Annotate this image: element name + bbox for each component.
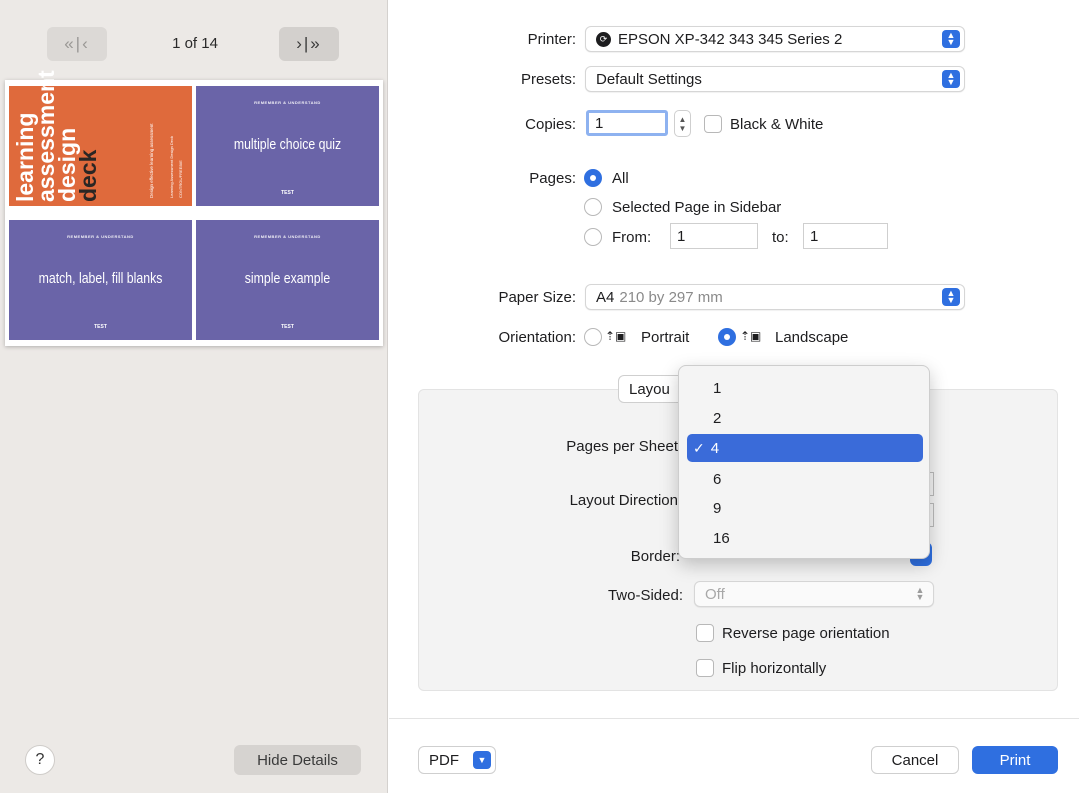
preview-card: REMEMBER & UNDERSTAND match, label, fill…: [9, 220, 192, 340]
portrait-radio[interactable]: [584, 328, 602, 346]
page-preview: learning assessment design deck Design e…: [5, 70, 383, 346]
pages-to-input[interactable]: 1: [803, 223, 888, 249]
pages-per-sheet-menu: 1 2 ✓ 4 6 9 16: [678, 365, 930, 559]
layout-direction-label: Layout Direction: [569, 492, 678, 509]
reverse-orientation-label: Reverse page orientation: [722, 625, 890, 642]
hide-details-button[interactable]: Hide Details: [234, 745, 361, 775]
chevron-updown-icon: ▲ ▼: [915, 585, 925, 602]
checkmark-icon: ✓: [693, 439, 705, 456]
printer-label: Printer:: [527, 31, 576, 48]
pages-from-label: From:: [612, 229, 652, 246]
cover-subtitle: Design effective learning assessment: [149, 123, 154, 198]
card-footer: TEST: [281, 190, 294, 196]
pages-all-radio[interactable]: [584, 169, 602, 187]
menu-item[interactable]: 9: [687, 494, 923, 522]
card-category: REMEMBER & UNDERSTAND: [254, 100, 321, 105]
printer-value: EPSON XP-342 343 345 Series 2: [618, 30, 843, 48]
pages-selected-label: Selected Page in Sidebar: [612, 199, 782, 216]
card-footer: TEST: [281, 324, 294, 330]
chevron-down-icon: ▼: [473, 751, 491, 769]
card-title: multiple choice quiz: [233, 136, 342, 153]
card-footer: TEST: [94, 324, 107, 330]
chevron-updown-icon: ▲ ▼: [942, 70, 960, 88]
preview-card: REMEMBER & UNDERSTAND multiple choice qu…: [196, 86, 379, 206]
pages-to-label: to:: [772, 229, 789, 246]
preview-card: REMEMBER & UNDERSTAND simple example TES…: [196, 220, 379, 340]
pdf-menu-button[interactable]: PDF ▼: [418, 746, 496, 774]
preview-sidebar: «|‹ 1 of 14 ›|» learning assessment desi…: [0, 0, 388, 793]
pages-label: Pages:: [529, 170, 576, 187]
pdf-label: PDF: [429, 751, 459, 769]
menu-item-selected[interactable]: ✓ 4: [687, 434, 923, 462]
card-category: REMEMBER & UNDERSTAND: [254, 234, 321, 239]
previous-page-button[interactable]: «|‹: [47, 27, 107, 61]
two-sided-label: Two-Sided:: [607, 587, 683, 604]
cover-title: learning assessment design deck: [12, 70, 101, 202]
paper-size-detail: 210 by 297 mm: [619, 288, 723, 306]
printer-select[interactable]: ⟳ EPSON XP-342 343 345 Series 2 ▲ ▼: [585, 26, 965, 52]
two-sided-select[interactable]: Off ▲ ▼: [694, 581, 934, 607]
preview-cover-card: learning assessment design deck Design e…: [9, 70, 192, 206]
presets-select[interactable]: Default Settings ▲ ▼: [585, 66, 965, 92]
cover-subtitle-2: Learning Assessment Design Deck: [169, 135, 174, 198]
flip-horizontally-checkbox[interactable]: [696, 659, 714, 677]
pages-from-input[interactable]: 1: [670, 223, 758, 249]
card-title: simple example: [244, 270, 331, 287]
paper-size-value: A4: [596, 288, 615, 306]
copies-input[interactable]: 1: [586, 110, 668, 136]
landscape-radio[interactable]: [718, 328, 736, 346]
menu-item[interactable]: 16: [687, 524, 923, 552]
menu-item-label: 4: [710, 439, 720, 457]
presets-value: Default Settings: [596, 70, 702, 88]
card-title: match, label, fill blanks: [38, 270, 163, 287]
copies-label: Copies:: [525, 116, 576, 133]
help-button[interactable]: ?: [25, 745, 55, 775]
cancel-button[interactable]: Cancel: [871, 746, 959, 774]
border-label: Border:: [630, 548, 680, 565]
portrait-icon: ⇡▣: [605, 329, 627, 343]
footer-divider: [389, 718, 1079, 719]
menu-item[interactable]: 1: [687, 374, 923, 402]
paper-size-label: Paper Size:: [498, 289, 576, 306]
card-category: REMEMBER & UNDERSTAND: [67, 234, 134, 239]
pages-all-label: All: [612, 170, 629, 187]
chevron-updown-icon: ▲ ▼: [942, 288, 960, 306]
presets-label: Presets:: [520, 71, 576, 88]
page-count: 1 of 14: [172, 35, 218, 52]
pages-range-radio[interactable]: [584, 228, 602, 246]
menu-item[interactable]: 2: [687, 404, 923, 432]
printer-icon: ⟳: [596, 31, 611, 47]
flip-horizontally-label: Flip horizontally: [722, 660, 827, 677]
menu-item[interactable]: 6: [687, 465, 923, 493]
black-white-checkbox[interactable]: [704, 115, 722, 133]
next-page-button[interactable]: ›|»: [279, 27, 339, 61]
reverse-orientation-checkbox[interactable]: [696, 624, 714, 642]
portrait-label: Portrait: [641, 329, 690, 346]
orientation-label: Orientation:: [498, 329, 576, 346]
cover-subtitle-3: CONTROL/FREEBIE: [178, 160, 183, 198]
pages-per-sheet-label: Pages per Sheet: [566, 438, 678, 455]
copies-stepper[interactable]: ▲ ▼: [674, 110, 691, 137]
landscape-label: Landscape: [775, 329, 849, 346]
two-sided-value: Off: [705, 585, 725, 603]
paper-size-select[interactable]: A4 210 by 297 mm ▲ ▼: [585, 284, 965, 310]
black-white-label: Black & White: [730, 116, 824, 133]
print-button[interactable]: Print: [972, 746, 1058, 774]
pages-selected-radio[interactable]: [584, 198, 602, 216]
chevron-updown-icon: ▲ ▼: [942, 30, 960, 48]
landscape-icon: ⇡▣: [740, 329, 762, 343]
